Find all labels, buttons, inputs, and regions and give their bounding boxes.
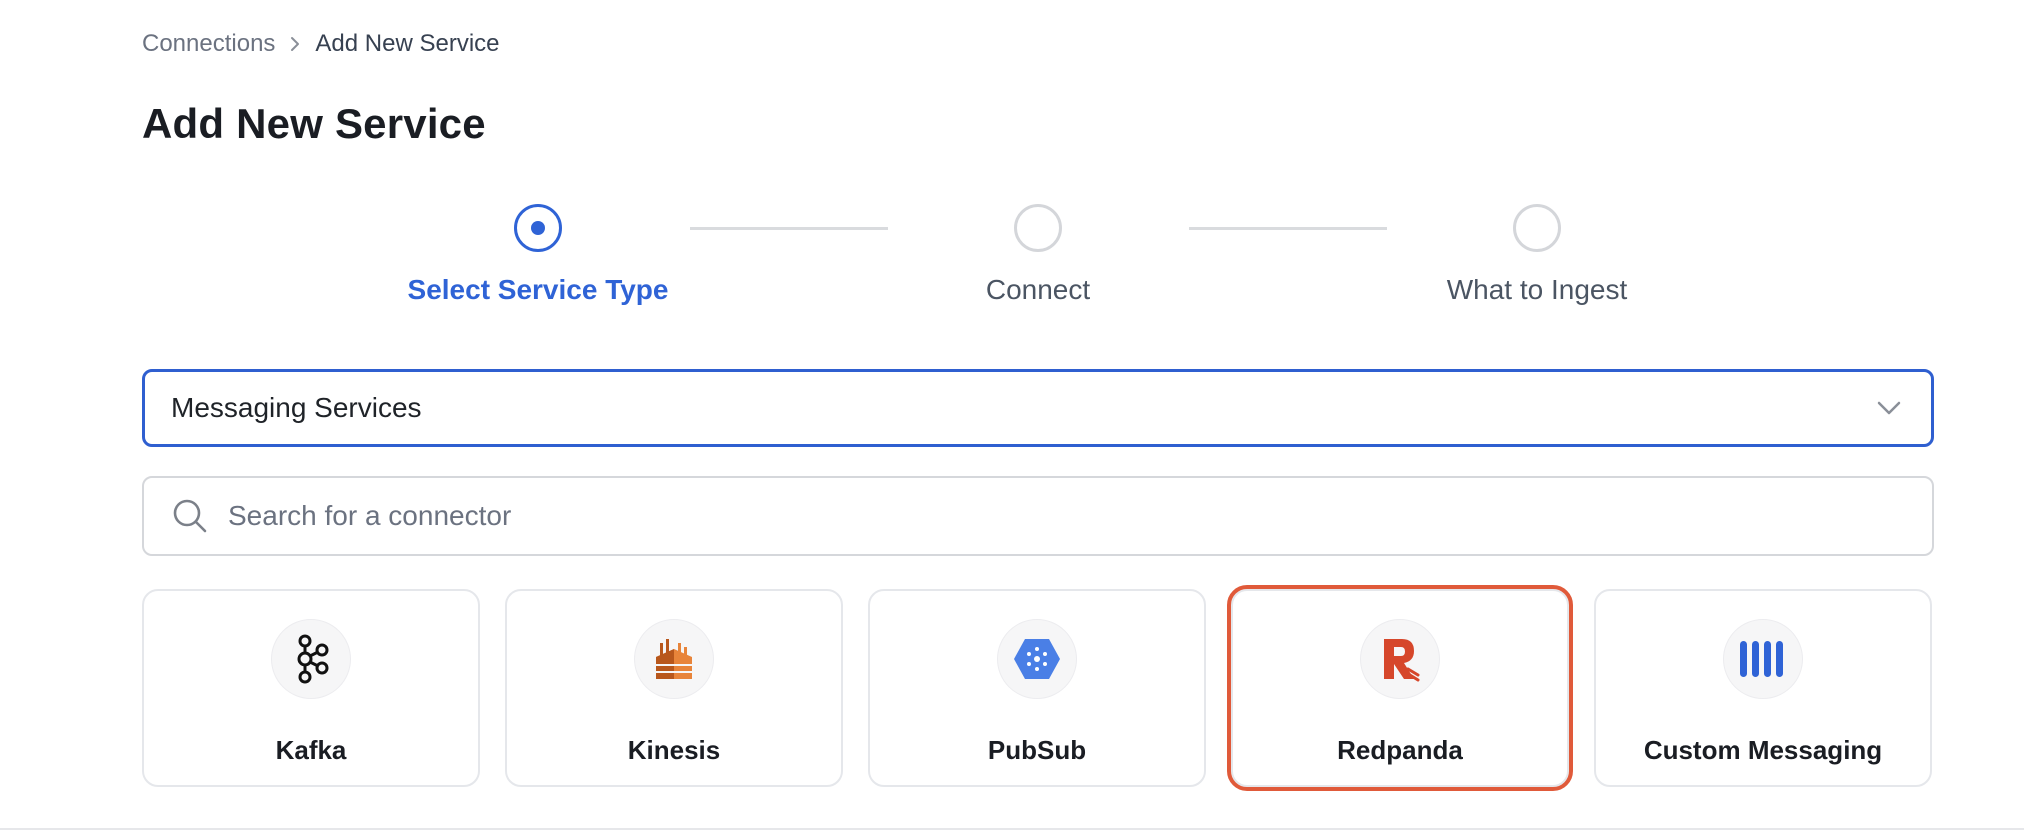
redpanda-icon xyxy=(1360,619,1440,699)
breadcrumb-current: Add New Service xyxy=(315,30,500,57)
step-3-indicator xyxy=(1513,204,1561,252)
step-connector-line xyxy=(690,227,888,230)
search-input[interactable] xyxy=(228,500,1904,532)
connector-card-custom-messaging[interactable]: Custom Messaging xyxy=(1594,589,1932,787)
step-1-indicator xyxy=(514,204,562,252)
connector-card-redpanda[interactable]: Redpanda xyxy=(1227,585,1573,791)
step-2-indicator xyxy=(1014,204,1062,252)
connector-label: Custom Messaging xyxy=(1643,735,1883,765)
step-2-label: Connect xyxy=(985,274,1091,305)
page-title: Add New Service xyxy=(142,100,486,147)
search-icon xyxy=(172,498,208,534)
breadcrumb: Connections Add New Service xyxy=(142,30,500,58)
chevron-down-icon xyxy=(1873,392,1905,424)
connector-search xyxy=(142,476,1934,556)
connector-card-kinesis[interactable]: Kinesis xyxy=(505,589,843,787)
kafka-icon xyxy=(271,619,351,699)
step-3-label: What to Ingest xyxy=(1446,274,1628,305)
connector-card-kafka[interactable]: Kafka xyxy=(142,589,480,787)
connector-label: PubSub xyxy=(987,735,1087,765)
service-category-value: Messaging Services xyxy=(171,392,422,423)
footer-divider xyxy=(0,828,2024,830)
step-1-label: Select Service Type xyxy=(407,274,669,305)
breadcrumb-connections-link[interactable]: Connections xyxy=(142,30,275,58)
stepper: Select Service Type Connect What to Inge… xyxy=(0,204,2024,314)
kinesis-icon xyxy=(634,619,714,699)
connector-label: Redpanda xyxy=(1337,735,1463,765)
chevron-right-icon xyxy=(275,34,315,54)
connector-grid: Kafka Kinesis PubSub Redpanda Custom Mes… xyxy=(142,585,1934,791)
connector-label: Kafka xyxy=(275,735,347,765)
pubsub-icon xyxy=(997,619,1077,699)
connector-card-pubsub[interactable]: PubSub xyxy=(868,589,1206,787)
step-connector-line xyxy=(1189,227,1387,230)
service-category-select[interactable]: Messaging Services xyxy=(142,369,1934,447)
custom-messaging-icon xyxy=(1723,619,1803,699)
connector-label: Kinesis xyxy=(627,735,721,765)
